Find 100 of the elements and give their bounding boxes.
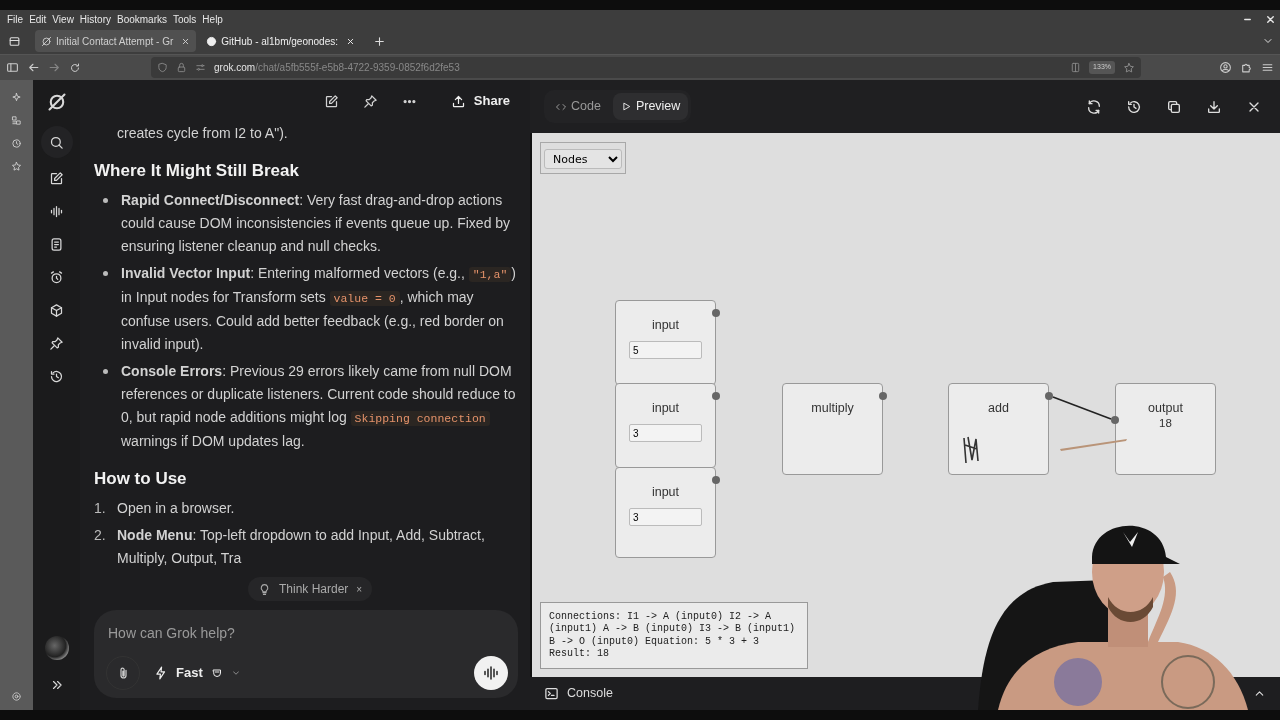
reader-icon[interactable]: [1070, 62, 1082, 73]
port-dot[interactable]: [1111, 416, 1119, 424]
search-button[interactable]: [40, 126, 73, 158]
library-icon[interactable]: [11, 115, 22, 126]
menu-item[interactable]: Bookmarks: [114, 11, 170, 27]
close-icon[interactable]: [346, 36, 355, 46]
reload-icon[interactable]: [69, 61, 81, 74]
favicon-icon: [206, 35, 218, 47]
star-icon[interactable]: [11, 161, 22, 172]
node-result: 18: [1158, 416, 1173, 430]
avatar[interactable]: [44, 636, 69, 660]
list-text: Node Menu: Top-left dropdown to add Input, Add, Subtract, Multiply, Output, Tra: [117, 526, 486, 568]
menu-item[interactable]: File: [4, 11, 27, 27]
puzzle-icon[interactable]: [1240, 61, 1253, 74]
browser-tab[interactable]: Initial Contact Attempt - Gr: [35, 30, 197, 52]
shield-icon[interactable]: [157, 62, 168, 73]
settings-icon[interactable]: [11, 691, 22, 702]
tray-icon[interactable]: [8, 34, 21, 48]
new-tab-icon[interactable]: [373, 34, 386, 48]
waveform-icon[interactable]: [49, 204, 64, 219]
value-field[interactable]: 3: [629, 508, 702, 526]
think-harder-chip[interactable]: Think Harder ×: [248, 577, 373, 601]
scribble-drawing: [963, 436, 979, 464]
back-icon[interactable]: [27, 61, 40, 74]
copy-icon[interactable]: [1166, 98, 1182, 115]
mask-icon: [210, 667, 223, 679]
bullet-dot: [103, 198, 108, 203]
close-icon[interactable]: [1265, 13, 1276, 25]
bullet-text: Console Errors: Previous 29 errors likely came from null DOM references or duplicate listeners. Current code should reduce to 0, but rapid node additions might log Skipping connection warnings if DOM updates lag.: [121, 362, 517, 451]
node-card[interactable]: add: [948, 383, 1049, 475]
node-card[interactable]: output 18: [1115, 383, 1216, 475]
tab-title: Initial Contact Attempt - Gr: [56, 34, 174, 49]
input-field[interactable]: How can Grok help?: [106, 622, 508, 645]
url-text: grok.com/chat/a5fb555f-e5b8-4722-9359-0852f6d2fe53: [214, 61, 460, 75]
lock-icon: [176, 62, 187, 73]
sliders-icon[interactable]: [195, 62, 206, 73]
value-field[interactable]: 5: [629, 341, 702, 359]
pin-icon[interactable]: [362, 93, 378, 109]
download-icon[interactable]: [1206, 98, 1222, 115]
bulb-icon: [258, 582, 271, 596]
clock-icon[interactable]: [11, 138, 22, 149]
port-dot[interactable]: [712, 309, 720, 317]
edit-icon[interactable]: [49, 171, 64, 186]
connection-line: [1052, 396, 1112, 420]
favicon-icon: [41, 35, 52, 47]
port-dot[interactable]: [1045, 392, 1053, 400]
sidebar-icon[interactable]: [6, 61, 19, 74]
node-card[interactable]: input 3: [615, 383, 716, 468]
lightning-icon: [154, 666, 168, 680]
list-number: 2.: [94, 526, 107, 545]
node-card[interactable]: input 3: [615, 467, 716, 558]
node-title: multiply: [810, 401, 855, 416]
value-field[interactable]: 3: [629, 424, 702, 442]
voice-button[interactable]: [474, 656, 508, 690]
menu-item[interactable]: Help: [199, 11, 226, 27]
bullet-dot: [103, 271, 108, 276]
panel-tab[interactable]: Preview: [612, 93, 689, 120]
section-heading: How to Use: [94, 468, 188, 490]
port-dot[interactable]: [712, 392, 720, 400]
cube-icon[interactable]: [49, 303, 64, 318]
menu-item[interactable]: Tools: [170, 11, 200, 27]
menu-icon[interactable]: [1261, 61, 1274, 74]
browser-tab[interactable]: GitHub - al1bm/geonodes:: [200, 30, 361, 52]
star-icon[interactable]: [1123, 61, 1135, 74]
edit-icon[interactable]: [323, 93, 339, 109]
sparkle-icon[interactable]: [11, 92, 22, 103]
console-toggle[interactable]: Console: [544, 684, 613, 703]
menu-item[interactable]: Edit: [26, 11, 50, 27]
paragraph: creates cycle from I2 to A").: [117, 124, 289, 143]
history-icon[interactable]: [49, 369, 64, 384]
logo-icon[interactable]: [46, 92, 67, 112]
share-button[interactable]: Share: [440, 85, 520, 117]
node-card[interactable]: input 5: [615, 300, 716, 385]
terminal-icon: [544, 686, 559, 701]
history-icon[interactable]: [1126, 98, 1142, 115]
pin-icon[interactable]: [49, 336, 64, 351]
list-text: Open in a browser.: [117, 499, 235, 518]
node-title: input: [650, 485, 681, 500]
chip-close[interactable]: ×: [356, 581, 363, 597]
panel-tab[interactable]: Code: [547, 93, 609, 120]
bullet-text: Invalid Vector Input: Entering malformed vectors (e.g., "1,a" ) in Input nodes for Transform sets value = 0 , which may confuse users. Could add better feedback (e.g., red border on invalid input).: [121, 264, 517, 354]
node-title: input: [650, 318, 681, 333]
refresh-icon[interactable]: [1086, 98, 1102, 115]
section-heading: Where It Might Still Break: [94, 160, 300, 182]
alarm-icon[interactable]: [49, 270, 64, 285]
log-output: Connections: I1 -> A (input0) I2 -> A (input1) A -> B (input0) I3 -> B (input1) B -> O (input0) Equation: 5 * 3 + 3 Result: 18: [540, 602, 808, 670]
upload-icon: [450, 93, 466, 109]
chip-label: Think Harder: [279, 581, 349, 598]
node-dropdown[interactable]: Nodes: [544, 149, 622, 169]
bullet-dot: [103, 369, 108, 374]
bullet-text: Rapid Connect/Disconnect: Very fast drag-and-drop actions could cause DOM inconsistencies if events queue up. Fixed by ensuring listener cleanup and null checks.: [121, 191, 512, 256]
notes-icon[interactable]: [49, 237, 64, 252]
search-icon: [49, 134, 64, 150]
port-dot[interactable]: [879, 392, 887, 400]
port-dot[interactable]: [712, 476, 720, 484]
node-card[interactable]: multiply: [782, 383, 883, 475]
menu-item[interactable]: View: [49, 11, 77, 27]
mode-button[interactable]: Fast: [148, 659, 247, 687]
menu-item[interactable]: History: [76, 11, 114, 27]
account-icon[interactable]: [1219, 61, 1232, 74]
